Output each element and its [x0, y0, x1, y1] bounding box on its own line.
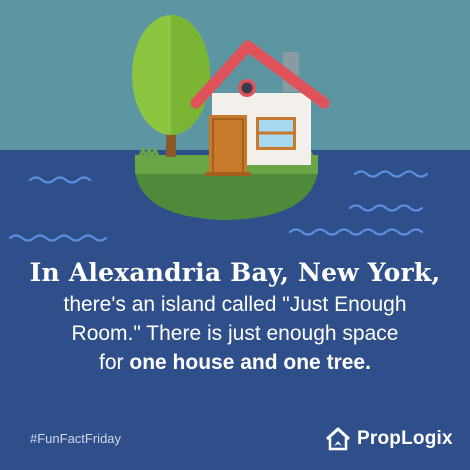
brand-logo: PropLogix: [325, 426, 453, 452]
brand-name: PropLogix: [357, 428, 453, 449]
headline-emphasis: one house and one tree.: [129, 351, 371, 374]
illustration: [0, 0, 470, 470]
headline-line-4-prefix: for: [99, 351, 130, 374]
fun-fact-text: In Alexandria Bay, New York, there's an …: [0, 256, 470, 377]
headline-line-1: In Alexandria Bay, New York,: [29, 258, 441, 287]
headline-line-2: there's an island called "Just Enough: [63, 293, 407, 316]
fun-fact-graphic: In Alexandria Bay, New York, there's an …: [0, 0, 470, 470]
door: [209, 115, 247, 175]
round-window-glass: [241, 82, 253, 94]
headline-line-3: Room." There is just enough space: [71, 322, 399, 345]
proplogix-house-icon: [325, 427, 351, 451]
door-step: [205, 172, 251, 176]
headline-line-4: for one house and one tree.: [0, 348, 470, 377]
hashtag: #FunFactFriday: [30, 431, 122, 446]
